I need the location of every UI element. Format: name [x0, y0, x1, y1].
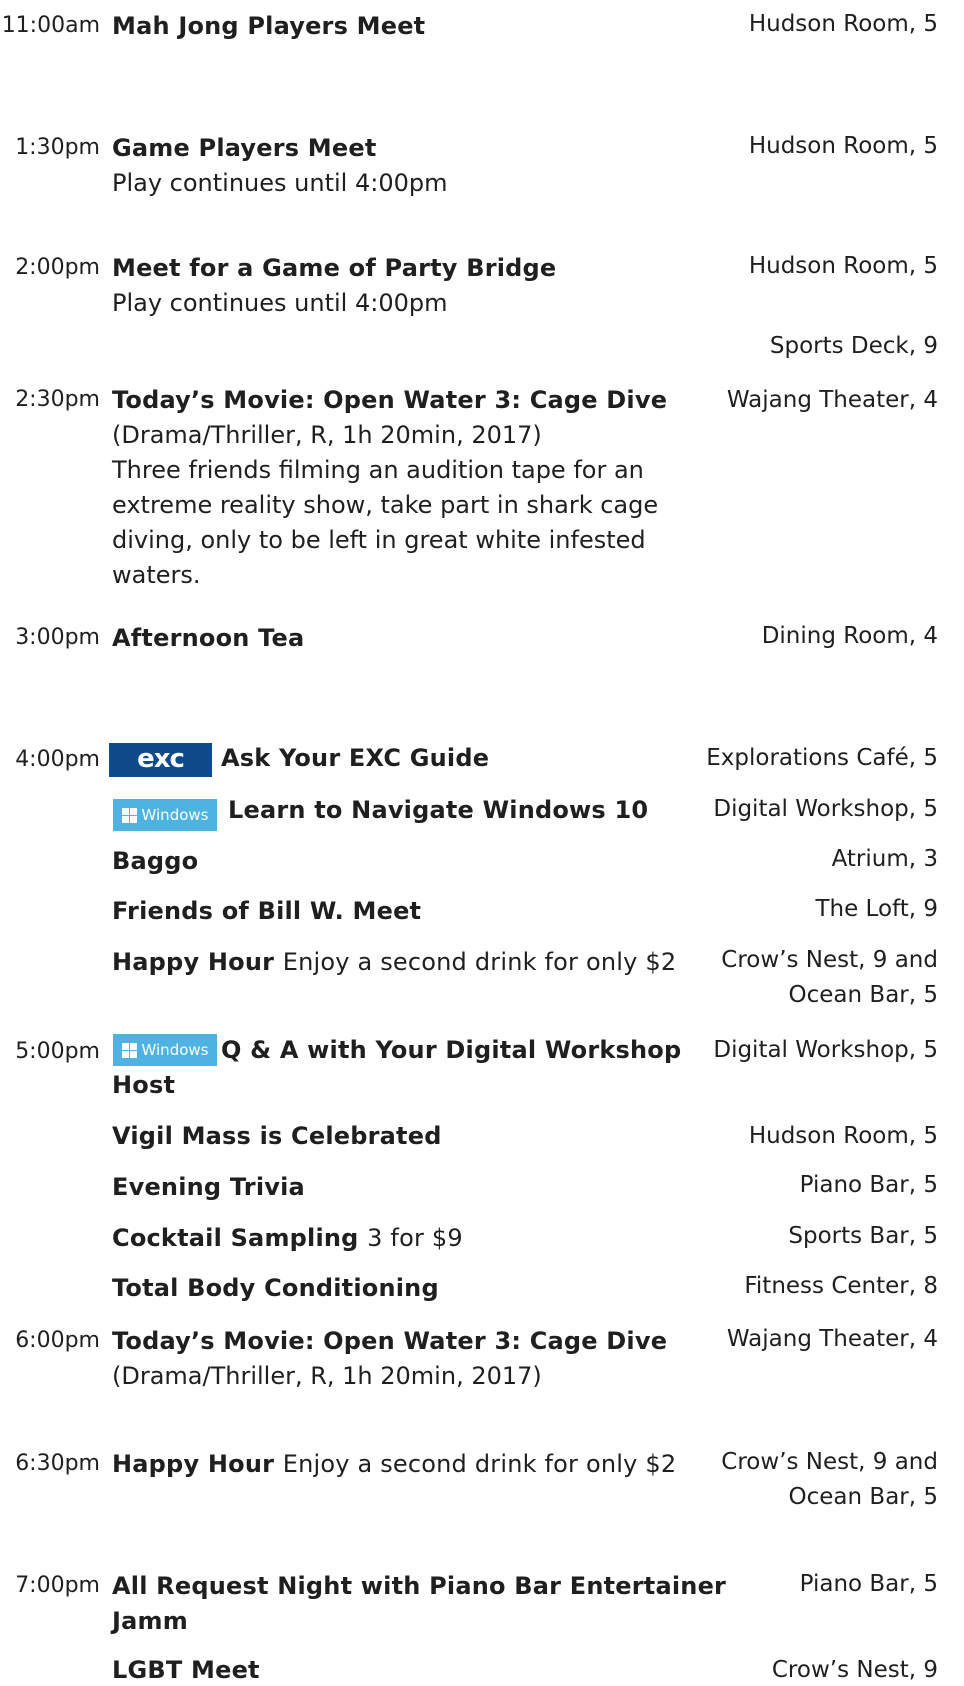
event-detail: Play continues until 4:00pm: [112, 169, 448, 197]
event-time: 1:30pm: [15, 135, 100, 160]
event-detail: Play continues until 4:00pm: [112, 289, 448, 317]
event-title: Mah Jong Players Meet: [112, 12, 426, 40]
event-title: Learn to Navigate Windows 10: [228, 796, 649, 824]
event-location: Sports Bar, 5: [788, 1223, 938, 1249]
event-location: Crow’s Nest, 9 and: [721, 947, 938, 973]
event-time: 7:00pm: [15, 1573, 100, 1598]
event-time: 11:00am: [1, 13, 100, 38]
event-time: 6:30pm: [15, 1451, 100, 1476]
event-title: Afternoon Tea: [112, 624, 305, 652]
event-detail: (Drama/Thriller, R, 1h 20min, 2017): [112, 1362, 542, 1390]
event-location: Hudson Room, 5: [748, 253, 938, 279]
event-title: Game Players Meet: [112, 134, 377, 162]
event-time: 6:00pm: [15, 1328, 100, 1353]
event-title: Evening Trivia: [112, 1173, 305, 1201]
windows-logo: Windows: [113, 1034, 217, 1066]
event-location: The Loft, 9: [815, 896, 938, 922]
event-location: Piano Bar, 5: [799, 1172, 938, 1198]
event-title: All Request Night with Piano Bar Enterta…: [112, 1572, 727, 1600]
event-time: 2:00pm: [15, 255, 100, 280]
event-title: Today’s Movie: Open Water 3: Cage Dive: [112, 1327, 668, 1355]
event-detail: (Drama/Thriller, R, 1h 20min, 2017): [112, 421, 542, 449]
event-location-secondary: Ocean Bar, 5: [788, 982, 938, 1008]
event-location-secondary: Sports Deck, 9: [769, 333, 938, 359]
event-location-secondary: Ocean Bar, 5: [788, 1484, 938, 1510]
event-title: Baggo: [112, 847, 199, 875]
event-title: LGBT Meet: [112, 1656, 260, 1684]
event-location: Wajang Theater, 4: [726, 1326, 938, 1352]
event-location: Hudson Room, 5: [748, 11, 938, 37]
event-title-continued: Host: [112, 1071, 176, 1099]
event-location: Hudson Room, 5: [748, 133, 938, 159]
event-location: Explorations Café, 5: [706, 745, 938, 771]
event-time: 3:00pm: [15, 625, 100, 650]
windows-logo: Windows: [113, 799, 217, 831]
event-title: Friends of Bill W. Meet: [112, 897, 422, 925]
event-time: 5:00pm: [15, 1039, 100, 1064]
event-title: Happy Hour Enjoy a second drink for only…: [112, 1448, 676, 1480]
event-location: Crow’s Nest, 9 and: [721, 1449, 938, 1475]
event-location: Dining Room, 4: [761, 623, 938, 649]
event-title-text: Happy Hour: [112, 1450, 275, 1478]
event-title-continued: Jamm: [112, 1607, 188, 1635]
windows-logo-text: Windows: [141, 1041, 209, 1059]
event-title-text: Cocktail Sampling: [112, 1224, 359, 1252]
event-location: Digital Workshop, 5: [713, 796, 938, 822]
windows-icon: [121, 1042, 137, 1058]
event-description-line: waters.: [112, 561, 201, 589]
event-description-line: Three friends filming an audition tape f…: [112, 456, 644, 484]
event-location: Fitness Center, 8: [744, 1273, 938, 1299]
event-note: 3 for $9: [367, 1224, 463, 1252]
event-description-line: extreme reality show, take part in shark…: [112, 491, 659, 519]
event-title: Happy Hour Enjoy a second drink for only…: [112, 946, 676, 978]
event-title: Total Body Conditioning: [112, 1274, 439, 1302]
windows-icon: [121, 807, 137, 823]
event-note: Enjoy a second drink for only $2: [282, 948, 677, 976]
event-title: Vigil Mass is Celebrated: [112, 1122, 442, 1150]
event-note: Enjoy a second drink for only $2: [282, 1450, 677, 1478]
event-time: 4:00pm: [15, 747, 100, 772]
event-location: Wajang Theater, 4: [726, 387, 938, 413]
exc-logo: exc: [109, 743, 212, 777]
event-location: Hudson Room, 5: [748, 1123, 938, 1149]
event-title-text: Happy Hour: [112, 948, 275, 976]
event-title: Today’s Movie: Open Water 3: Cage Dive: [112, 386, 668, 414]
event-title: Ask Your EXC Guide: [221, 744, 490, 772]
event-time: 2:30pm: [15, 387, 100, 412]
event-description-line: diving, only to be left in great white i…: [112, 526, 646, 554]
event-title: Q & A with Your Digital Workshop: [221, 1036, 682, 1064]
event-location: Piano Bar, 5: [799, 1571, 938, 1597]
event-location: Digital Workshop, 5: [713, 1037, 938, 1063]
event-location: Atrium, 3: [831, 846, 938, 872]
event-title: Cocktail Sampling 3 for $9: [112, 1222, 463, 1254]
event-location: Crow’s Nest, 9: [771, 1657, 938, 1683]
windows-logo-text: Windows: [141, 806, 209, 824]
event-title: Meet for a Game of Party Bridge: [112, 254, 557, 282]
